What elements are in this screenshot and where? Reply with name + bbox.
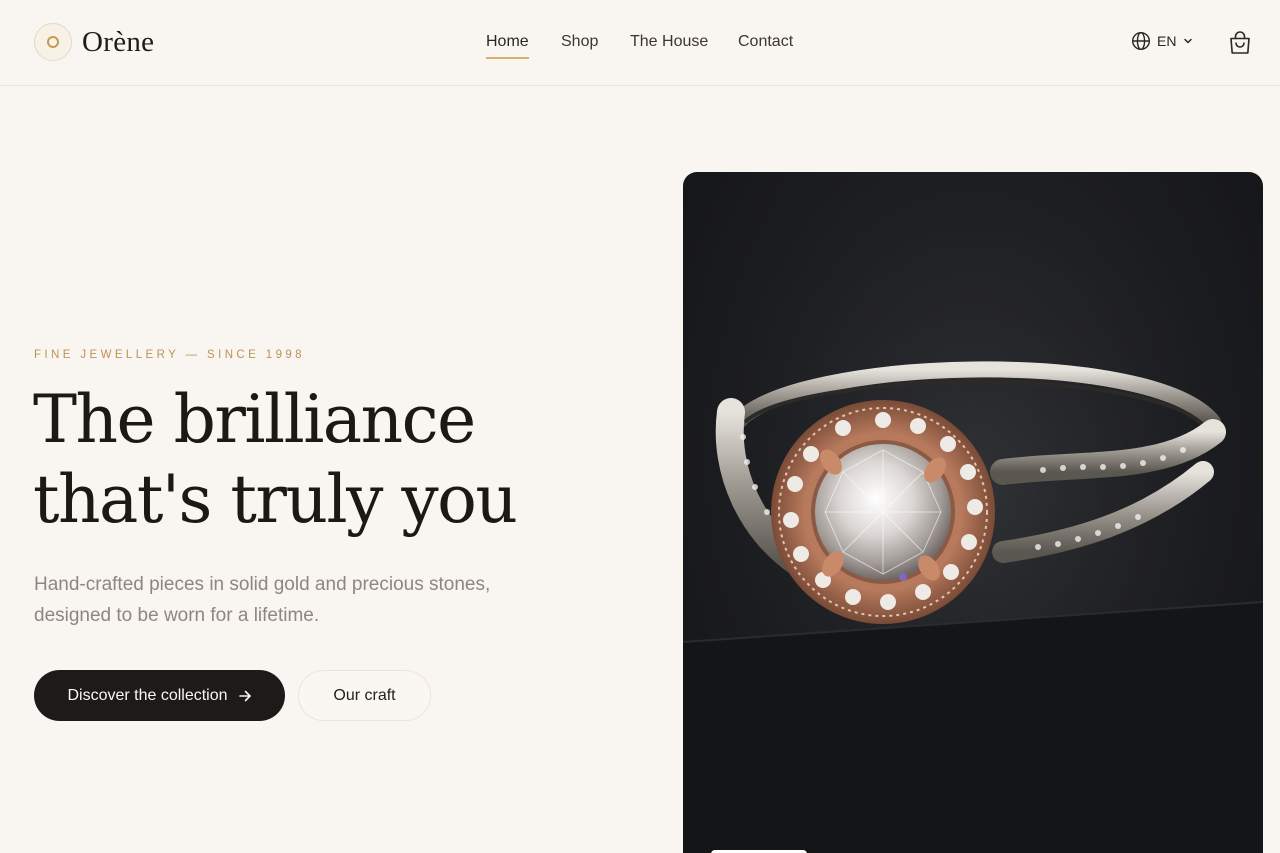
brand-logo[interactable]: Orène (34, 23, 154, 61)
nav-item-the-house[interactable]: The House (630, 32, 708, 52)
arrow-right-icon (238, 690, 251, 701)
chevron-down-icon (1184, 38, 1193, 44)
discover-collection-button[interactable]: Discover the collection (34, 670, 285, 721)
diamond-ring-illustration (683, 172, 1263, 853)
nav-item-home[interactable]: Home (486, 32, 529, 59)
hero-headline-line-1: The brilliance (33, 381, 476, 458)
site-header: Orène Home Shop The House Contact EN (0, 0, 1280, 86)
hero-headline-line-2: that's truly you (33, 461, 518, 538)
discover-collection-label: Discover the collection (67, 686, 228, 704)
shopping-bag-icon[interactable] (1226, 29, 1254, 57)
brand-mark-icon (34, 23, 72, 61)
nav-item-shop[interactable]: Shop (561, 32, 598, 52)
language-selector[interactable]: EN (1131, 31, 1194, 51)
hero-headline: The brilliance that's truly you (33, 380, 593, 540)
hero-description-line-2: designed to be worn for a lifetime. (34, 605, 320, 626)
hero-eyebrow: FINE JEWELLERY — SINCE 1998 (34, 349, 305, 361)
our-craft-label: Our craft (333, 686, 396, 704)
hero-description-line-1: Hand-crafted pieces in solid gold and pr… (34, 574, 491, 595)
language-label: EN (1157, 33, 1177, 49)
brand-name: Orène (82, 26, 155, 58)
hero-product-image (683, 172, 1263, 853)
our-craft-button[interactable]: Our craft (298, 670, 431, 721)
nav-item-contact[interactable]: Contact (738, 32, 793, 52)
hero-description: Hand-crafted pieces in solid gold and pr… (34, 569, 504, 631)
globe-icon (1131, 31, 1151, 51)
